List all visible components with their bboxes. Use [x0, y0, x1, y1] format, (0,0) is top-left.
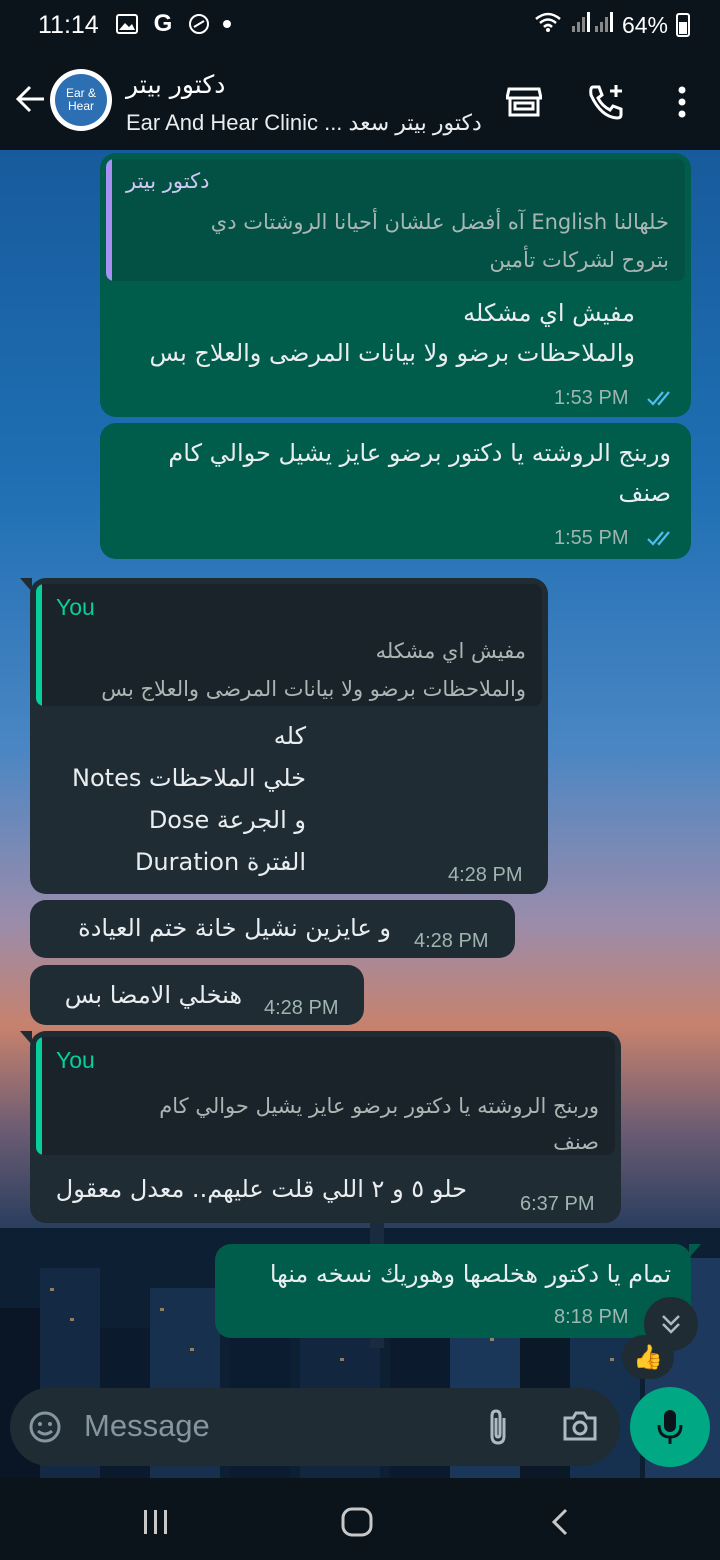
quote-bar: [36, 1037, 42, 1155]
message-text: و عايزين نشيل خانة ختم العيادة: [78, 914, 391, 942]
message-text: والملاحظات برضو ولا بيانات المرضى والعلا…: [149, 339, 635, 367]
message-text: تمام يا دكتور هخلصها وهوريك نسخه منها: [269, 1260, 671, 1288]
message-text: هنخلي الامضا بس: [64, 981, 242, 1009]
double-chevron-down-icon: [662, 1315, 680, 1334]
message-text: صنف: [618, 479, 671, 507]
message-bubble-outgoing[interactable]: تمام يا دكتور هخلصها وهوريك نسخه منها 8:…: [215, 1244, 701, 1338]
message-bubble-incoming[interactable]: You مفيش اي مشكله والملاحظات برضو ولا بي…: [20, 578, 548, 894]
quoted-message[interactable]: You وربنج الروشته يا دكتور برضو عايز يشي…: [36, 1037, 615, 1155]
quote-author: You: [56, 594, 95, 620]
message-text: وربنج الروشته يا دكتور برضو عايز يشيل حو…: [168, 439, 671, 467]
message-text: حلو ٥ و ٢ اللي قلت عليهم.. معدل معقول: [55, 1175, 467, 1203]
google-icon: G: [153, 10, 173, 37]
message-bubble-outgoing[interactable]: دكتور بيتر خلهالنا English آه أفضل علشان…: [100, 153, 691, 417]
message-text: كله: [273, 722, 306, 750]
quote-bar: [106, 159, 112, 281]
emoji-sticker-icon[interactable]: [28, 1410, 62, 1444]
message-time: 1:55 PM: [554, 527, 629, 549]
store-icon[interactable]: [504, 82, 544, 122]
message-bubble-incoming[interactable]: You وربنج الروشته يا دكتور برضو عايز يشي…: [20, 1031, 621, 1223]
message-bubble-outgoing[interactable]: وربنج الروشته يا دكتور برضو عايز يشيل حو…: [100, 423, 691, 559]
contact-name[interactable]: دكتور بيتر: [126, 70, 225, 99]
quote-line: خلهالنا English آه أفضل علشان أحيانا الر…: [210, 210, 669, 234]
attach-icon[interactable]: [484, 1408, 512, 1446]
avatar[interactable]: Ear & Hear: [50, 69, 112, 131]
chat-area[interactable]: دكتور بيتر خلهالنا English آه أفضل علشان…: [0, 150, 720, 1478]
message-input-bar[interactable]: Message: [10, 1388, 620, 1466]
read-ticks-icon: [647, 391, 670, 406]
message-time: 4:28 PM: [414, 930, 489, 952]
home-icon[interactable]: [337, 1502, 377, 1542]
message-bubble-incoming[interactable]: و عايزين نشيل خانة ختم العيادة 4:28 PM: [30, 900, 515, 958]
vpn-icon: [187, 12, 211, 36]
quote-line: بتروح لشركات تأمين: [489, 248, 669, 272]
quote-author: You: [56, 1047, 95, 1073]
quote-line: وربنج الروشته يا دكتور برضو عايز يشيل حو…: [159, 1094, 599, 1118]
wifi-icon: [534, 11, 562, 39]
quote-author: دكتور بيتر: [126, 169, 210, 193]
message-time: 4:28 PM: [264, 997, 339, 1019]
back-nav-icon[interactable]: [540, 1502, 580, 1542]
add-call-icon[interactable]: [586, 82, 626, 122]
message-time: 4:28 PM: [448, 864, 523, 886]
avatar-logo: Ear & Hear: [55, 74, 107, 126]
message-text: خلي الملاحظات Notes: [72, 764, 306, 792]
avatar-line-2: Hear: [67, 99, 94, 113]
battery-icon: [676, 13, 690, 37]
quote-line: والملاحظات برضو ولا بيانات المرضى والعلا…: [101, 677, 526, 701]
quote-line: صنف: [553, 1130, 599, 1154]
contact-subtitle[interactable]: Ear And Hear Clinic ... دكتور بيتر سعد: [126, 110, 482, 136]
back-arrow-icon[interactable]: [14, 84, 46, 118]
mic-icon: [657, 1410, 683, 1444]
battery-percent: 64%: [621, 11, 668, 38]
system-navigation-bar: [0, 1478, 720, 1560]
message-text: مفيش اي مشكله: [463, 299, 635, 327]
chat-header: Ear & Hear دكتور بيتر Ear And Hear Clini…: [0, 52, 720, 150]
quoted-message[interactable]: You مفيش اي مشكله والملاحظات برضو ولا بي…: [36, 584, 542, 706]
message-time: 8:18 PM: [554, 1306, 629, 1328]
message-bubble-incoming[interactable]: هنخلي الامضا بس 4:28 PM: [30, 965, 364, 1025]
message-text: الفترة Duration: [134, 848, 306, 876]
gallery-icon: [115, 12, 139, 36]
status-time: 11:14: [38, 11, 99, 39]
recent-apps-icon[interactable]: [136, 1502, 176, 1542]
scroll-to-bottom-button[interactable]: [644, 1297, 698, 1351]
notification-icons: G: [115, 10, 231, 37]
read-ticks-icon: [647, 531, 670, 546]
message-time: 1:53 PM: [554, 387, 629, 409]
quote-bar: [36, 584, 42, 706]
message-text: و الجرعة Dose: [148, 806, 306, 834]
dot-icon: [223, 20, 231, 28]
quoted-message[interactable]: دكتور بيتر خلهالنا English آه أفضل علشان…: [106, 159, 685, 281]
message-time: 6:37 PM: [520, 1193, 595, 1215]
more-options-icon[interactable]: [662, 82, 702, 122]
camera-icon[interactable]: [562, 1410, 598, 1442]
quote-line: مفيش اي مشكله: [375, 639, 526, 663]
voice-message-button[interactable]: [630, 1387, 710, 1467]
status-bar: 11:14 G 64%: [0, 0, 720, 52]
signal-icon: [570, 11, 614, 39]
message-input[interactable]: Message: [84, 1408, 210, 1444]
system-indicators: 64%: [534, 11, 690, 39]
